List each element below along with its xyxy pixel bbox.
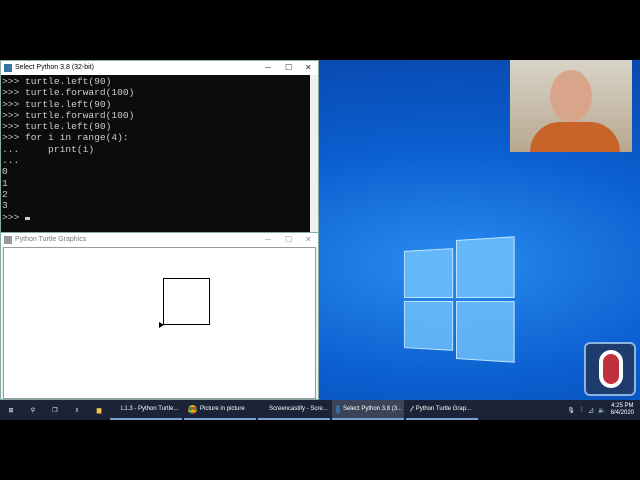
task-label: Select Python 3.8 (3... [343, 406, 403, 412]
task-view-icon[interactable]: ❐ [44, 400, 66, 420]
task-chrome-screencastify[interactable]: Screencastify - Scre... [258, 400, 330, 420]
network-icon[interactable]: ◿ [589, 407, 594, 414]
turtle-cursor-icon [159, 322, 164, 328]
turtle-titlebar[interactable]: Python Turtle Graphics ─ ☐ ✕ [1, 233, 318, 247]
console-line: >>> turtle.left(90) [2, 98, 112, 110]
maximize-button[interactable]: ☐ [285, 233, 292, 247]
console-titlebar[interactable]: Select Python 3.8 (32-bit) ─ ☐ ✕ [1, 61, 318, 75]
search-icon[interactable]: ⚲ [22, 400, 44, 420]
console-line: >>> turtle.forward(100) [2, 109, 135, 121]
task-chrome-pip[interactable]: Picture in picture [184, 400, 256, 420]
webcam-overlay [510, 60, 632, 152]
minimize-button[interactable]: ─ [265, 61, 271, 75]
volume-icon[interactable]: 🔈 [598, 407, 605, 414]
task-label: Screencastify - Scre... [269, 406, 328, 412]
microphone-icon[interactable]: 🎙 [567, 407, 575, 414]
task-python-console[interactable]: Select Python 3.8 (3... [332, 400, 404, 420]
console-line: >>> turtle.forward(100) [2, 87, 135, 99]
windows-logo-wallpaper [403, 236, 515, 363]
drawn-square [163, 278, 210, 325]
console-line: >>> turtle.left(90) [2, 121, 112, 133]
time: 4:25 PM [611, 403, 634, 409]
turtle-canvas[interactable] [3, 247, 316, 399]
console-prompt: >>> [2, 211, 26, 223]
console-line: 0 [2, 166, 8, 178]
task-label: L1.3 - Python Turtle... [121, 406, 179, 412]
task-turtle-graphics[interactable]: 𝒻 Python Turtle Grap... [406, 400, 478, 420]
console-line: >>> for i in range(4): [2, 132, 129, 144]
system-tray: 🎙 ᛒ ◿ 🔈 4:25 PM 8/4/2020 [567, 403, 640, 417]
console-title: Select Python 3.8 (32-bit) [15, 64, 94, 71]
console-line: 1 [2, 177, 8, 189]
maximize-button[interactable]: ☐ [285, 61, 292, 75]
turtle-title: Python Turtle Graphics [15, 236, 87, 243]
turtle-window[interactable]: Python Turtle Graphics ─ ☐ ✕ [0, 232, 319, 400]
console-scrollbar[interactable] [310, 75, 318, 232]
console-line: ... [2, 155, 20, 167]
bluetooth-icon[interactable]: ᛒ [580, 407, 584, 413]
chrome-icon [188, 404, 197, 414]
date: 8/4/2020 [610, 410, 634, 416]
console-line: 2 [2, 188, 8, 200]
file-explorer-icon[interactable]: ▆ [88, 400, 110, 420]
pinned-app-icon[interactable]: ♗ [66, 400, 88, 420]
taskbar: ⊞ ⚲ ❐ ♗ ▆ L1.3 - Python Turtle... Pictur… [0, 400, 640, 420]
start-button[interactable]: ⊞ [0, 400, 22, 420]
close-button[interactable]: ✕ [305, 233, 312, 247]
minimize-button[interactable]: ─ [265, 233, 271, 247]
clock[interactable]: 4:25 PM 8/4/2020 [611, 403, 634, 417]
task-label: Python Turtle Grap... [415, 406, 472, 412]
python-icon [336, 404, 340, 414]
chrome-icon [114, 404, 118, 414]
chrome-icon [262, 404, 266, 414]
feather-icon [4, 236, 12, 244]
console-window[interactable]: Select Python 3.8 (32-bit) ─ ☐ ✕ >>> tur… [0, 60, 319, 232]
console-line: >>> turtle.left(90) [2, 76, 112, 87]
console-line: 3 [2, 200, 8, 212]
screencastify-logo-icon [584, 342, 636, 396]
close-button[interactable]: ✕ [305, 61, 312, 75]
python-icon [4, 64, 12, 72]
console-output[interactable]: >>> turtle.left(90) >>> turtle.forward(10… [1, 75, 318, 232]
task-chrome-l13[interactable]: L1.3 - Python Turtle... [110, 400, 182, 420]
task-label: Picture in picture [200, 406, 245, 412]
console-line: ... print(i) [2, 143, 95, 155]
feather-icon: 𝒻 [410, 405, 413, 412]
text-cursor [25, 216, 31, 220]
